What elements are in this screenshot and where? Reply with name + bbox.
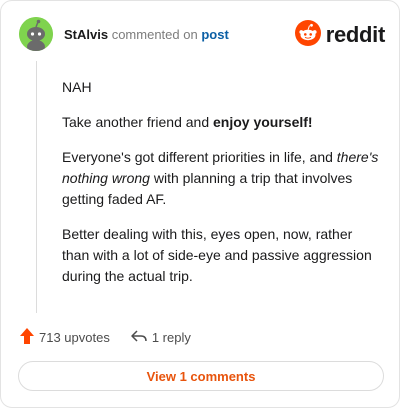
comment-paragraph-1: NAH <box>62 79 92 95</box>
comment-card: StAlvis commented on post reddit NAH Tak… <box>0 0 400 408</box>
thread-line[interactable] <box>36 61 37 313</box>
comment-header: StAlvis commented on post reddit <box>19 17 385 53</box>
bold-text: enjoy yourself! <box>213 114 313 130</box>
upvote-count: 713 upvotes <box>39 329 110 345</box>
comment-paragraph-2: Take another friend and enjoy yourself! <box>62 114 313 130</box>
reddit-snoo-icon <box>294 19 321 51</box>
byline-verb: commented on <box>111 27 198 42</box>
comment-paragraph-4: Better dealing with this, eyes open, now… <box>62 226 372 284</box>
reddit-logo[interactable]: reddit <box>294 19 386 51</box>
reddit-wordmark: reddit <box>325 22 386 47</box>
comment-body: NAH Take another friend and enjoy yourse… <box>62 77 382 301</box>
post-link[interactable]: post <box>201 27 228 42</box>
comment-actions: 713 upvotes 1 reply <box>19 327 191 347</box>
byline: StAlvis commented on post <box>64 27 229 43</box>
username-link[interactable]: StAlvis <box>64 27 108 42</box>
upvote-button[interactable]: 713 upvotes <box>19 327 110 348</box>
snoo-avatar-icon[interactable] <box>19 17 53 51</box>
reply-count: 1 reply <box>151 329 191 345</box>
upvote-arrow-icon <box>19 327 35 348</box>
reply-button[interactable]: 1 reply <box>130 328 191 347</box>
comment-paragraph-3: Everyone's got different priorities in l… <box>62 149 379 207</box>
view-comments-button[interactable]: View 1 comments <box>18 361 384 391</box>
reply-arrow-icon <box>130 328 148 347</box>
